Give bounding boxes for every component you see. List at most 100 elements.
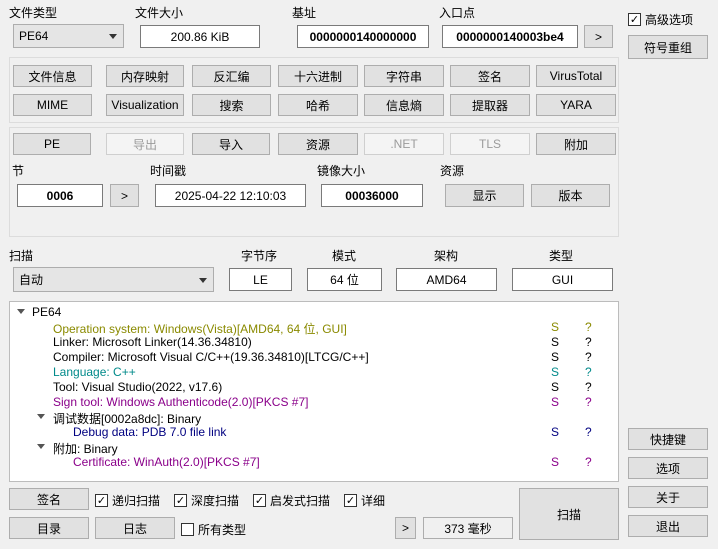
list-item[interactable]: Operation system: Windows(Vista)[AMD64, … bbox=[10, 320, 618, 336]
strings-button[interactable]: 字符串 bbox=[364, 65, 444, 87]
disassembly-button[interactable]: 反汇编 bbox=[192, 65, 271, 87]
expand-icon bbox=[17, 309, 25, 314]
chevron-down-icon bbox=[109, 34, 117, 39]
tree-root-label: PE64 bbox=[32, 305, 62, 319]
list-item[interactable]: Certificate: WinAuth(2.0)[PKCS #7] S ? bbox=[10, 455, 618, 470]
signature-flag: S bbox=[551, 380, 560, 394]
net-button[interactable]: .NET bbox=[364, 133, 444, 155]
chevron-down-icon bbox=[199, 277, 207, 283]
list-item[interactable]: Tool: Visual Studio(2022, v17.6) S ? bbox=[10, 380, 618, 395]
yara-button[interactable]: YARA bbox=[536, 94, 616, 116]
file-type-select[interactable]: PE64 bbox=[13, 24, 124, 48]
results-tree[interactable]: PE64 Operation system: Windows(Vista)[AM… bbox=[9, 301, 619, 482]
heuristic-scan-label: 启发式扫描 bbox=[270, 494, 331, 508]
deep-scan-checkbox[interactable]: ✓ 深度扫描 bbox=[174, 492, 239, 509]
mime-button[interactable]: MIME bbox=[13, 94, 92, 116]
expand-icon bbox=[37, 414, 45, 419]
about-button[interactable]: 关于 bbox=[628, 486, 708, 508]
entry-point-label: 入口点 bbox=[439, 6, 476, 20]
info-flag[interactable]: ? bbox=[585, 395, 592, 409]
base-address-label: 基址 bbox=[292, 6, 317, 20]
show-resources-button[interactable]: 显示 bbox=[445, 184, 524, 207]
timestamp-label: 时间戳 bbox=[150, 164, 187, 178]
overlay-button[interactable]: 附加 bbox=[536, 133, 616, 155]
hex-button[interactable]: 十六进制 bbox=[278, 65, 358, 87]
linker-text: Linker: Microsoft Linker(14.36.34810) bbox=[53, 335, 252, 349]
entropy-button[interactable]: 信息熵 bbox=[364, 94, 444, 116]
heuristic-scan-checkbox[interactable]: ✓ 启发式扫描 bbox=[253, 492, 330, 509]
file-type-label: 文件类型 bbox=[9, 6, 58, 20]
list-item[interactable]: Language: C++ S ? bbox=[10, 365, 618, 380]
import-button[interactable]: 导入 bbox=[192, 133, 270, 155]
export-button[interactable]: 导出 bbox=[106, 133, 184, 155]
scan-button[interactable]: 扫描 bbox=[519, 488, 619, 540]
all-types-checkbox[interactable]: 所有类型 bbox=[181, 521, 246, 538]
symbol-reorg-button[interactable]: 符号重组 bbox=[628, 35, 708, 59]
file-info-button[interactable]: 文件信息 bbox=[13, 65, 92, 87]
info-flag[interactable]: ? bbox=[585, 425, 592, 439]
checkbox-empty-icon bbox=[181, 523, 194, 536]
section-count-field: 0006 bbox=[17, 184, 103, 207]
language-text: Language: C++ bbox=[53, 365, 136, 379]
check-icon: ✓ bbox=[253, 494, 266, 507]
file-size-field: 200.86 KiB bbox=[140, 25, 260, 48]
entry-point-go-button[interactable]: > bbox=[584, 25, 613, 48]
virustotal-button[interactable]: VirusTotal bbox=[536, 65, 616, 87]
pe-button[interactable]: PE bbox=[13, 133, 91, 155]
scan-mode-select[interactable]: 自动 bbox=[13, 267, 214, 292]
signature-flag: S bbox=[551, 320, 560, 334]
signature-button[interactable]: 签名 bbox=[9, 488, 89, 510]
tree-node-debug[interactable]: 调试数据[0002a8dc]: Binary bbox=[10, 410, 618, 426]
verbose-checkbox[interactable]: ✓ 详细 bbox=[344, 492, 385, 509]
scan-mode-value: 自动 bbox=[19, 273, 44, 287]
image-size-label: 镜像大小 bbox=[317, 164, 366, 178]
tls-button[interactable]: TLS bbox=[450, 133, 530, 155]
deep-scan-label: 深度扫描 bbox=[191, 494, 240, 508]
list-item[interactable]: Sign tool: Windows Authenticode(2.0)[PKC… bbox=[10, 395, 618, 410]
sign-tool-text: Sign tool: Windows Authenticode(2.0)[PKC… bbox=[53, 395, 309, 409]
recursive-scan-checkbox[interactable]: ✓ 递归扫描 bbox=[95, 492, 160, 509]
log-button[interactable]: 日志 bbox=[95, 517, 175, 539]
debug-data-text: Debug data: PDB 7.0 file link bbox=[73, 425, 227, 439]
signature-flag: S bbox=[551, 395, 560, 409]
check-icon: ✓ bbox=[174, 494, 187, 507]
info-flag[interactable]: ? bbox=[585, 350, 592, 364]
directory-button[interactable]: 目录 bbox=[9, 517, 89, 539]
search-button[interactable]: 搜索 bbox=[192, 94, 271, 116]
resources-button[interactable]: 资源 bbox=[278, 133, 358, 155]
info-flag[interactable]: ? bbox=[585, 380, 592, 394]
list-item[interactable]: Linker: Microsoft Linker(14.36.34810) S … bbox=[10, 335, 618, 350]
type-field: GUI bbox=[512, 268, 613, 291]
visualization-button[interactable]: Visualization bbox=[106, 94, 184, 116]
hash-button[interactable]: 哈希 bbox=[278, 94, 358, 116]
check-icon: ✓ bbox=[95, 494, 108, 507]
version-button[interactable]: 版本 bbox=[531, 184, 610, 207]
file-type-value: PE64 bbox=[19, 29, 49, 43]
list-item[interactable]: Compiler: Microsoft Visual C/C++(19.36.3… bbox=[10, 350, 618, 365]
signature-flag: S bbox=[551, 350, 560, 364]
extractor-button[interactable]: 提取器 bbox=[450, 94, 530, 116]
compiler-text: Compiler: Microsoft Visual C/C++(19.36.3… bbox=[53, 350, 369, 364]
options-button[interactable]: 选项 bbox=[628, 457, 708, 479]
image-size-field: 00036000 bbox=[321, 184, 423, 207]
file-size-label: 文件大小 bbox=[135, 6, 184, 20]
more-button[interactable]: > bbox=[395, 517, 416, 539]
info-flag[interactable]: ? bbox=[585, 365, 592, 379]
signature-flag: S bbox=[551, 335, 560, 349]
info-flag[interactable]: ? bbox=[585, 335, 592, 349]
shortcuts-button[interactable]: 快捷键 bbox=[628, 428, 708, 450]
list-item[interactable]: Debug data: PDB 7.0 file link S ? bbox=[10, 425, 618, 440]
tree-root[interactable]: PE64 bbox=[10, 305, 618, 320]
tree-node-overlay[interactable]: 附加: Binary bbox=[10, 440, 618, 456]
base-address-field: 0000000140000000 bbox=[297, 25, 429, 48]
arch-field: AMD64 bbox=[396, 268, 497, 291]
section-go-button[interactable]: > bbox=[110, 184, 139, 207]
advanced-options-label: 高级选项 bbox=[645, 13, 694, 27]
advanced-options-checkbox[interactable]: ✓ 高级选项 bbox=[628, 11, 693, 28]
memory-map-button[interactable]: 内存映射 bbox=[106, 65, 184, 87]
info-flag[interactable]: ? bbox=[585, 455, 592, 469]
signatures-button[interactable]: 签名 bbox=[450, 65, 530, 87]
info-flag[interactable]: ? bbox=[585, 320, 592, 334]
type-label: 类型 bbox=[549, 249, 574, 263]
exit-button[interactable]: 退出 bbox=[628, 515, 708, 537]
